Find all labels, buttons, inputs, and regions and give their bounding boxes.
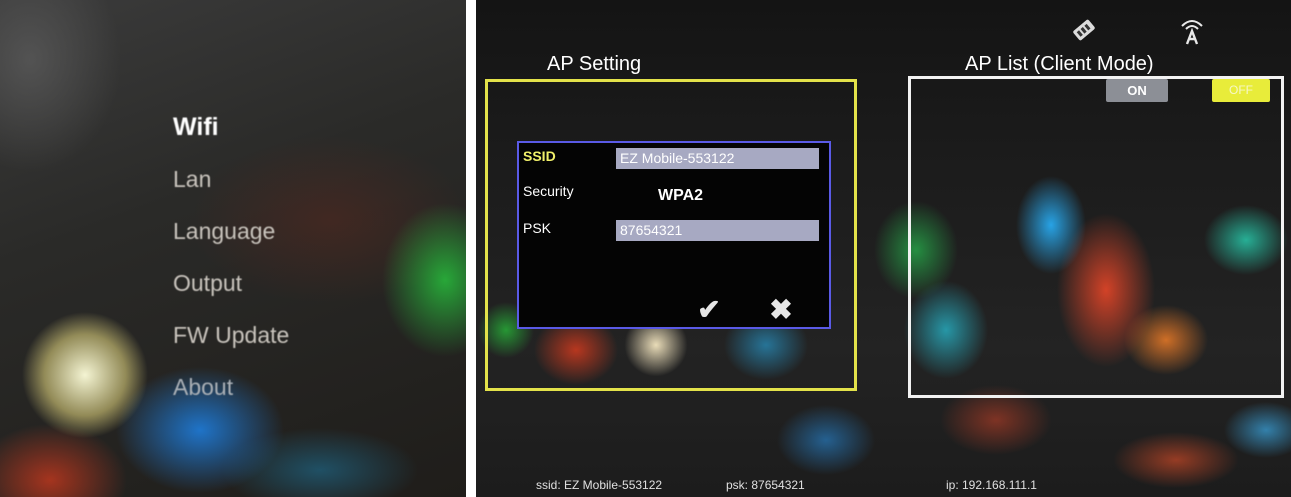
security-select[interactable]: WPA2 bbox=[658, 187, 703, 205]
status-ip: ip: 192.168.111.1 bbox=[946, 478, 1037, 492]
settings-menu: Wifi Lan Language Output FW Update About bbox=[173, 107, 289, 419]
ap-list-title: AP List (Client Mode) bbox=[965, 53, 1154, 75]
settings-tag-icon[interactable] bbox=[1070, 16, 1098, 44]
wifi-settings-screen: AP Setting SSID EZ Mobile-553122 Securit… bbox=[476, 0, 1291, 497]
status-psk: psk: 87654321 bbox=[726, 478, 805, 492]
menu-item-output[interactable]: Output bbox=[173, 263, 289, 315]
ssid-field[interactable]: EZ Mobile-553122 bbox=[616, 148, 819, 169]
psk-field[interactable]: 87654321 bbox=[616, 220, 819, 241]
menu-item-language[interactable]: Language bbox=[173, 211, 289, 263]
menu-item-wifi[interactable]: Wifi bbox=[173, 107, 289, 159]
ap-list-panel[interactable] bbox=[908, 76, 1284, 398]
wifi-ap-icon[interactable] bbox=[1178, 16, 1206, 45]
menu-item-fw-update[interactable]: FW Update bbox=[173, 315, 289, 367]
security-label: Security bbox=[523, 183, 574, 199]
ap-setting-form: SSID EZ Mobile-553122 Security WPA2 PSK … bbox=[517, 141, 831, 329]
confirm-button[interactable]: ✔ bbox=[693, 295, 725, 325]
menu-item-about[interactable]: About bbox=[173, 367, 289, 419]
psk-label: PSK bbox=[523, 220, 552, 236]
client-mode-off-button[interactable]: OFF bbox=[1212, 79, 1270, 102]
ssid-label: SSID bbox=[523, 148, 556, 164]
cancel-button[interactable]: ✖ bbox=[765, 295, 797, 325]
menu-item-lan[interactable]: Lan bbox=[173, 159, 289, 211]
settings-menu-screen: Wifi Lan Language Output FW Update About bbox=[0, 0, 466, 497]
client-mode-on-button[interactable]: ON bbox=[1106, 79, 1168, 102]
ap-setting-title: AP Setting bbox=[547, 53, 642, 75]
status-ssid: ssid: EZ Mobile-553122 bbox=[536, 478, 663, 492]
